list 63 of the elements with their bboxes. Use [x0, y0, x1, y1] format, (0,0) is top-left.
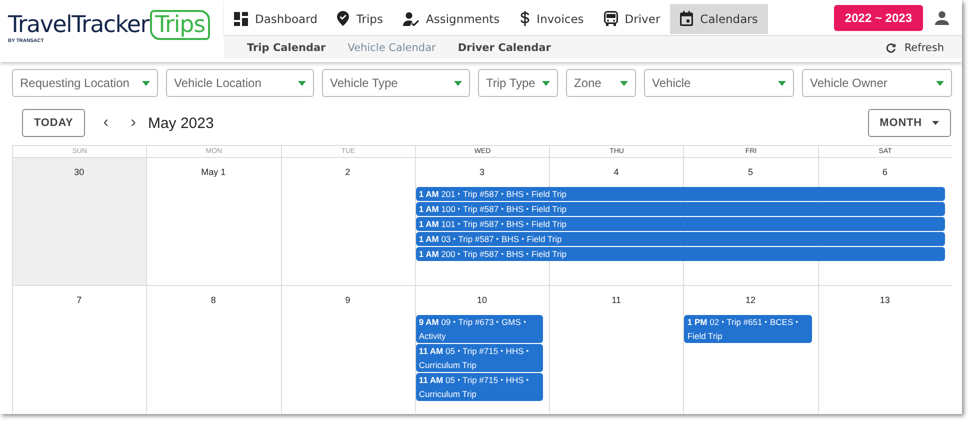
day-number[interactable]: 2	[345, 167, 350, 177]
bus-icon	[604, 11, 618, 26]
day-number[interactable]: 13	[880, 295, 890, 305]
logo-brand-text: TravelTracker	[8, 12, 149, 38]
calendar-subtab[interactable]: Driver Calendar	[446, 42, 562, 54]
filter-dropdown[interactable]: Vehicle Owner	[802, 69, 952, 97]
refresh-icon	[886, 42, 896, 52]
nav-tab[interactable]: Driver	[594, 4, 670, 34]
nav-tab[interactable]: Dashboard	[224, 4, 328, 34]
day-number[interactable]: May 1	[201, 167, 226, 177]
event-chip[interactable]: 1 AM 03 ‣ Trip #587 ‣ BHS ‣ Field Trip	[416, 232, 945, 246]
event-chip[interactable]: 1 AM 200 ‣ Trip #587 ‣ BHS ‣ Field Trip	[416, 247, 945, 261]
dropdown-caret-icon	[778, 81, 786, 86]
filter-dropdown[interactable]: Zone	[566, 69, 636, 97]
dropdown-caret-icon	[142, 81, 150, 86]
day-number[interactable]: 9	[345, 295, 350, 305]
dropdown-caret-icon	[936, 81, 944, 86]
day-number[interactable]: 10	[476, 295, 487, 305]
filter-dropdown[interactable]: Requesting Location	[12, 69, 158, 97]
map-pin-check-icon	[337, 11, 350, 26]
day-number[interactable]: 11	[612, 295, 621, 305]
dashboard-grid-icon	[234, 12, 248, 26]
calendar-icon	[680, 11, 694, 26]
user-account-icon[interactable]	[935, 10, 949, 24]
view-mode-dropdown[interactable]: MONTH	[868, 109, 951, 137]
day-number[interactable]: 6	[882, 167, 888, 177]
day-number[interactable]: 8	[210, 295, 216, 305]
event-chip[interactable]: 1 AM 201 ‣ Trip #587 ‣ BHS ‣ Field Trip	[416, 187, 945, 201]
dropdown-caret-icon	[454, 81, 462, 86]
dollar-sign-icon	[520, 11, 530, 26]
day-number[interactable]: 30	[74, 167, 84, 177]
day-number[interactable]: 3	[479, 167, 484, 177]
next-month-button[interactable]: ›	[126, 114, 140, 132]
filter-dropdown[interactable]: Vehicle	[644, 69, 794, 97]
logo-product-badge: Trips	[150, 10, 210, 40]
nav-tab[interactable]: Trips	[327, 4, 393, 34]
person-check-icon	[402, 12, 419, 26]
filter-dropdown[interactable]: Vehicle Location	[166, 69, 314, 97]
filter-dropdown[interactable]: Vehicle Type	[322, 69, 470, 97]
nav-tab[interactable]: Assignments	[392, 4, 510, 34]
event-chip[interactable]: 1 PM 02 ‣ Trip #651 ‣ BCES ‣ Field Trip	[684, 315, 812, 343]
nav-tab[interactable]: Calendars	[670, 4, 768, 34]
dropdown-caret-icon	[542, 81, 550, 86]
event-chip[interactable]: 1 AM 100 ‣ Trip #587 ‣ BHS ‣ Field Trip	[416, 202, 945, 216]
calendar-subtab[interactable]: Trip Calendar	[236, 42, 337, 54]
dropdown-caret-icon	[932, 121, 939, 125]
filter-dropdown[interactable]: Trip Type	[478, 69, 558, 97]
month-title: May 2023	[148, 114, 214, 132]
event-chip[interactable]: 9 AM 09 ‣ Trip #673 ‣ GMS ‣ Activity	[416, 315, 544, 343]
dropdown-caret-icon	[620, 81, 628, 86]
previous-month-button[interactable]: ‹	[99, 114, 113, 132]
refresh-button[interactable]: Refresh	[880, 40, 950, 54]
day-number[interactable]: 12	[746, 295, 756, 305]
event-chip[interactable]: 11 AM 05 ‣ Trip #715 ‣ HHS ‣ Curriculum Trip	[416, 373, 544, 401]
school-year-button[interactable]: 2022 ~ 2023	[834, 4, 923, 30]
day-number[interactable]: 7	[76, 295, 82, 305]
today-button[interactable]: TODAY	[22, 109, 86, 137]
day-number[interactable]: 5	[748, 167, 754, 177]
event-chip[interactable]: 1 AM 101 ‣ Trip #587 ‣ BHS ‣ Field Trip	[416, 217, 945, 231]
nav-tab[interactable]: Invoices	[510, 4, 594, 34]
event-chip[interactable]: 11 AM 05 ‣ Trip #715 ‣ HHS ‣ Curriculum Trip	[416, 344, 544, 372]
day-number[interactable]: 4	[614, 167, 619, 177]
dropdown-caret-icon	[298, 81, 306, 86]
